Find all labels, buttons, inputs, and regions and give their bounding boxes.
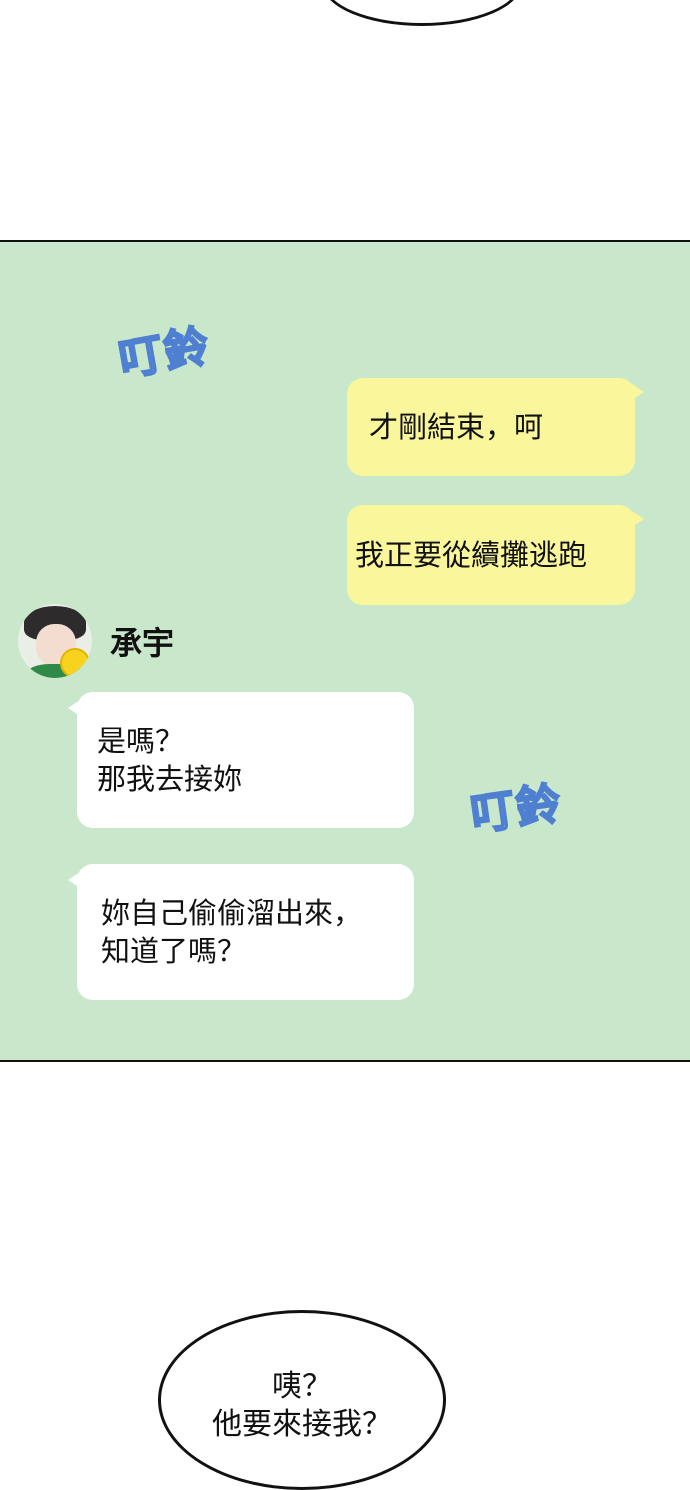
flower-icon xyxy=(60,648,90,678)
message-bubble-outgoing: 我正要從續攤逃跑 xyxy=(347,505,644,605)
sound-effect-ding: 叮鈴 xyxy=(467,777,567,842)
message-text: 我正要從續攤逃跑 xyxy=(355,538,588,572)
contact-avatar xyxy=(18,604,92,678)
message-text: 才剛結束，呵 xyxy=(369,410,544,444)
message-text: 妳自己偷偷溜出來， 知道了嗎？ xyxy=(101,896,363,968)
message-bubble-outgoing: 才剛結束，呵 xyxy=(347,378,644,476)
speech-bubble-text: 咦？ 他要來接我？ xyxy=(212,1369,392,1442)
speech-bubble-top xyxy=(322,0,522,26)
message-bubble-incoming: 是嗎？ 那我去接妳 xyxy=(68,692,414,828)
message-bubble-incoming: 妳自己偷偷溜出來， 知道了嗎？ xyxy=(68,864,414,1000)
message-text: 是嗎？ 那我去接妳 xyxy=(97,724,243,796)
contact-name: 承宇 xyxy=(110,624,175,662)
